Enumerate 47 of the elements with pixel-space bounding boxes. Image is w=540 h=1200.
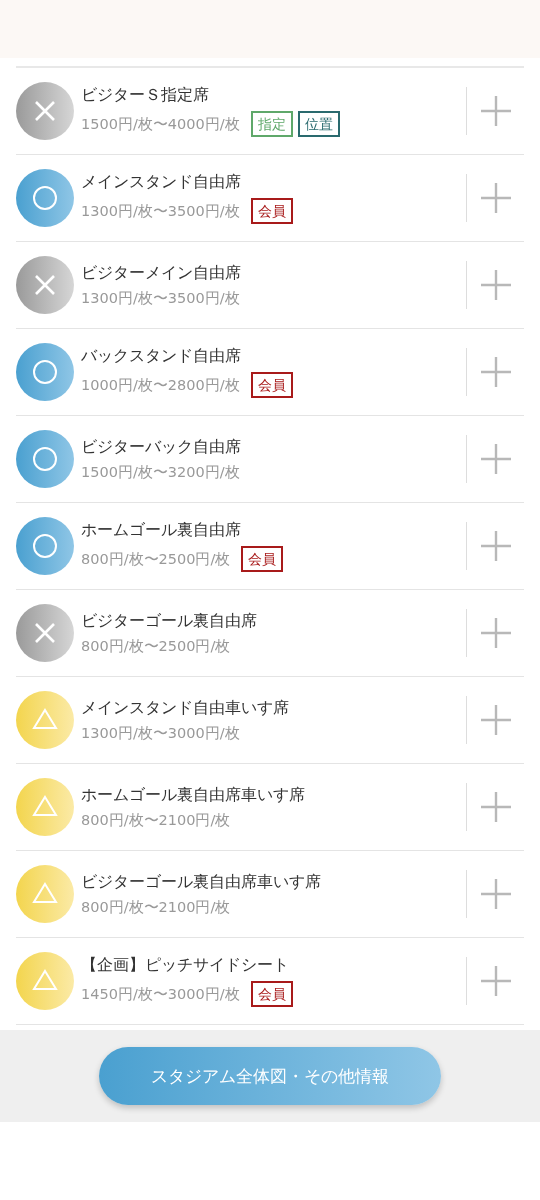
plus-icon [480, 879, 511, 909]
circle-icon [16, 517, 74, 575]
seat-name: メインスタンド自由車いす席 [81, 697, 290, 719]
seat-tag: 指定 [250, 111, 293, 137]
seat-name: ビジターゴール裏自由席 [81, 610, 258, 632]
seat-name: ビジターゴール裏自由席車いす席 [81, 871, 322, 893]
price-range: 1500円/枚〜4000円/枚 [81, 114, 240, 134]
price-range: 1300円/枚〜3500円/枚 [81, 201, 240, 221]
price-range: 1300円/枚〜3500円/枚 [81, 288, 240, 308]
seat-tag: 会員 [250, 372, 293, 398]
plus-icon [480, 705, 511, 735]
plus-icon [480, 357, 511, 387]
plus-icon [480, 966, 511, 996]
stadium-info-button[interactable]: スタジアム全体図・その他情報 [99, 1047, 441, 1105]
seat-name: ホームゴール裏自由席車いす席 [81, 784, 306, 806]
plus-icon [480, 618, 511, 648]
circle-icon [16, 430, 74, 488]
price-range: 800円/枚〜2100円/枚 [81, 810, 231, 830]
plus-icon [480, 444, 511, 474]
price-range: 800円/枚〜2100円/枚 [81, 897, 231, 917]
plus-icon [480, 270, 511, 300]
seat-tag: 会員 [250, 981, 293, 1007]
seat-name: バックスタンド自由席 [81, 346, 242, 367]
seat-tag: 位置 [297, 111, 340, 137]
circle-icon [16, 169, 74, 227]
seat-name: 【企画】ピッチサイドシート [81, 955, 290, 976]
seat-name: ビジターバック自由席 [81, 436, 242, 458]
plus-icon [480, 792, 511, 822]
price-range: 800円/枚〜2500円/枚 [81, 549, 231, 569]
seat-tag: 会員 [250, 198, 293, 224]
plus-icon [480, 96, 511, 126]
plus-icon [480, 183, 511, 213]
cross-icon [16, 256, 74, 314]
price-range: 1500円/枚〜3200円/枚 [81, 462, 240, 482]
seat-name: メインスタンド自由席 [81, 172, 242, 193]
plus-icon [480, 531, 511, 561]
seat-tag: 会員 [241, 546, 284, 572]
price-range: 1000円/枚〜2800円/枚 [81, 375, 240, 395]
cross-icon [16, 604, 74, 662]
seat-name: ホームゴール裏自由席 [81, 520, 242, 541]
circle-icon [16, 343, 74, 401]
price-range: 800円/枚〜2500円/枚 [81, 636, 231, 656]
cross-icon [16, 82, 74, 140]
price-range: 1450円/枚〜3000円/枚 [81, 984, 240, 1004]
price-range: 1300円/枚〜3000円/枚 [81, 723, 240, 743]
seat-name: ビジターＳ指定席 [81, 85, 210, 106]
seat-name: ビジターメイン自由席 [81, 262, 242, 284]
